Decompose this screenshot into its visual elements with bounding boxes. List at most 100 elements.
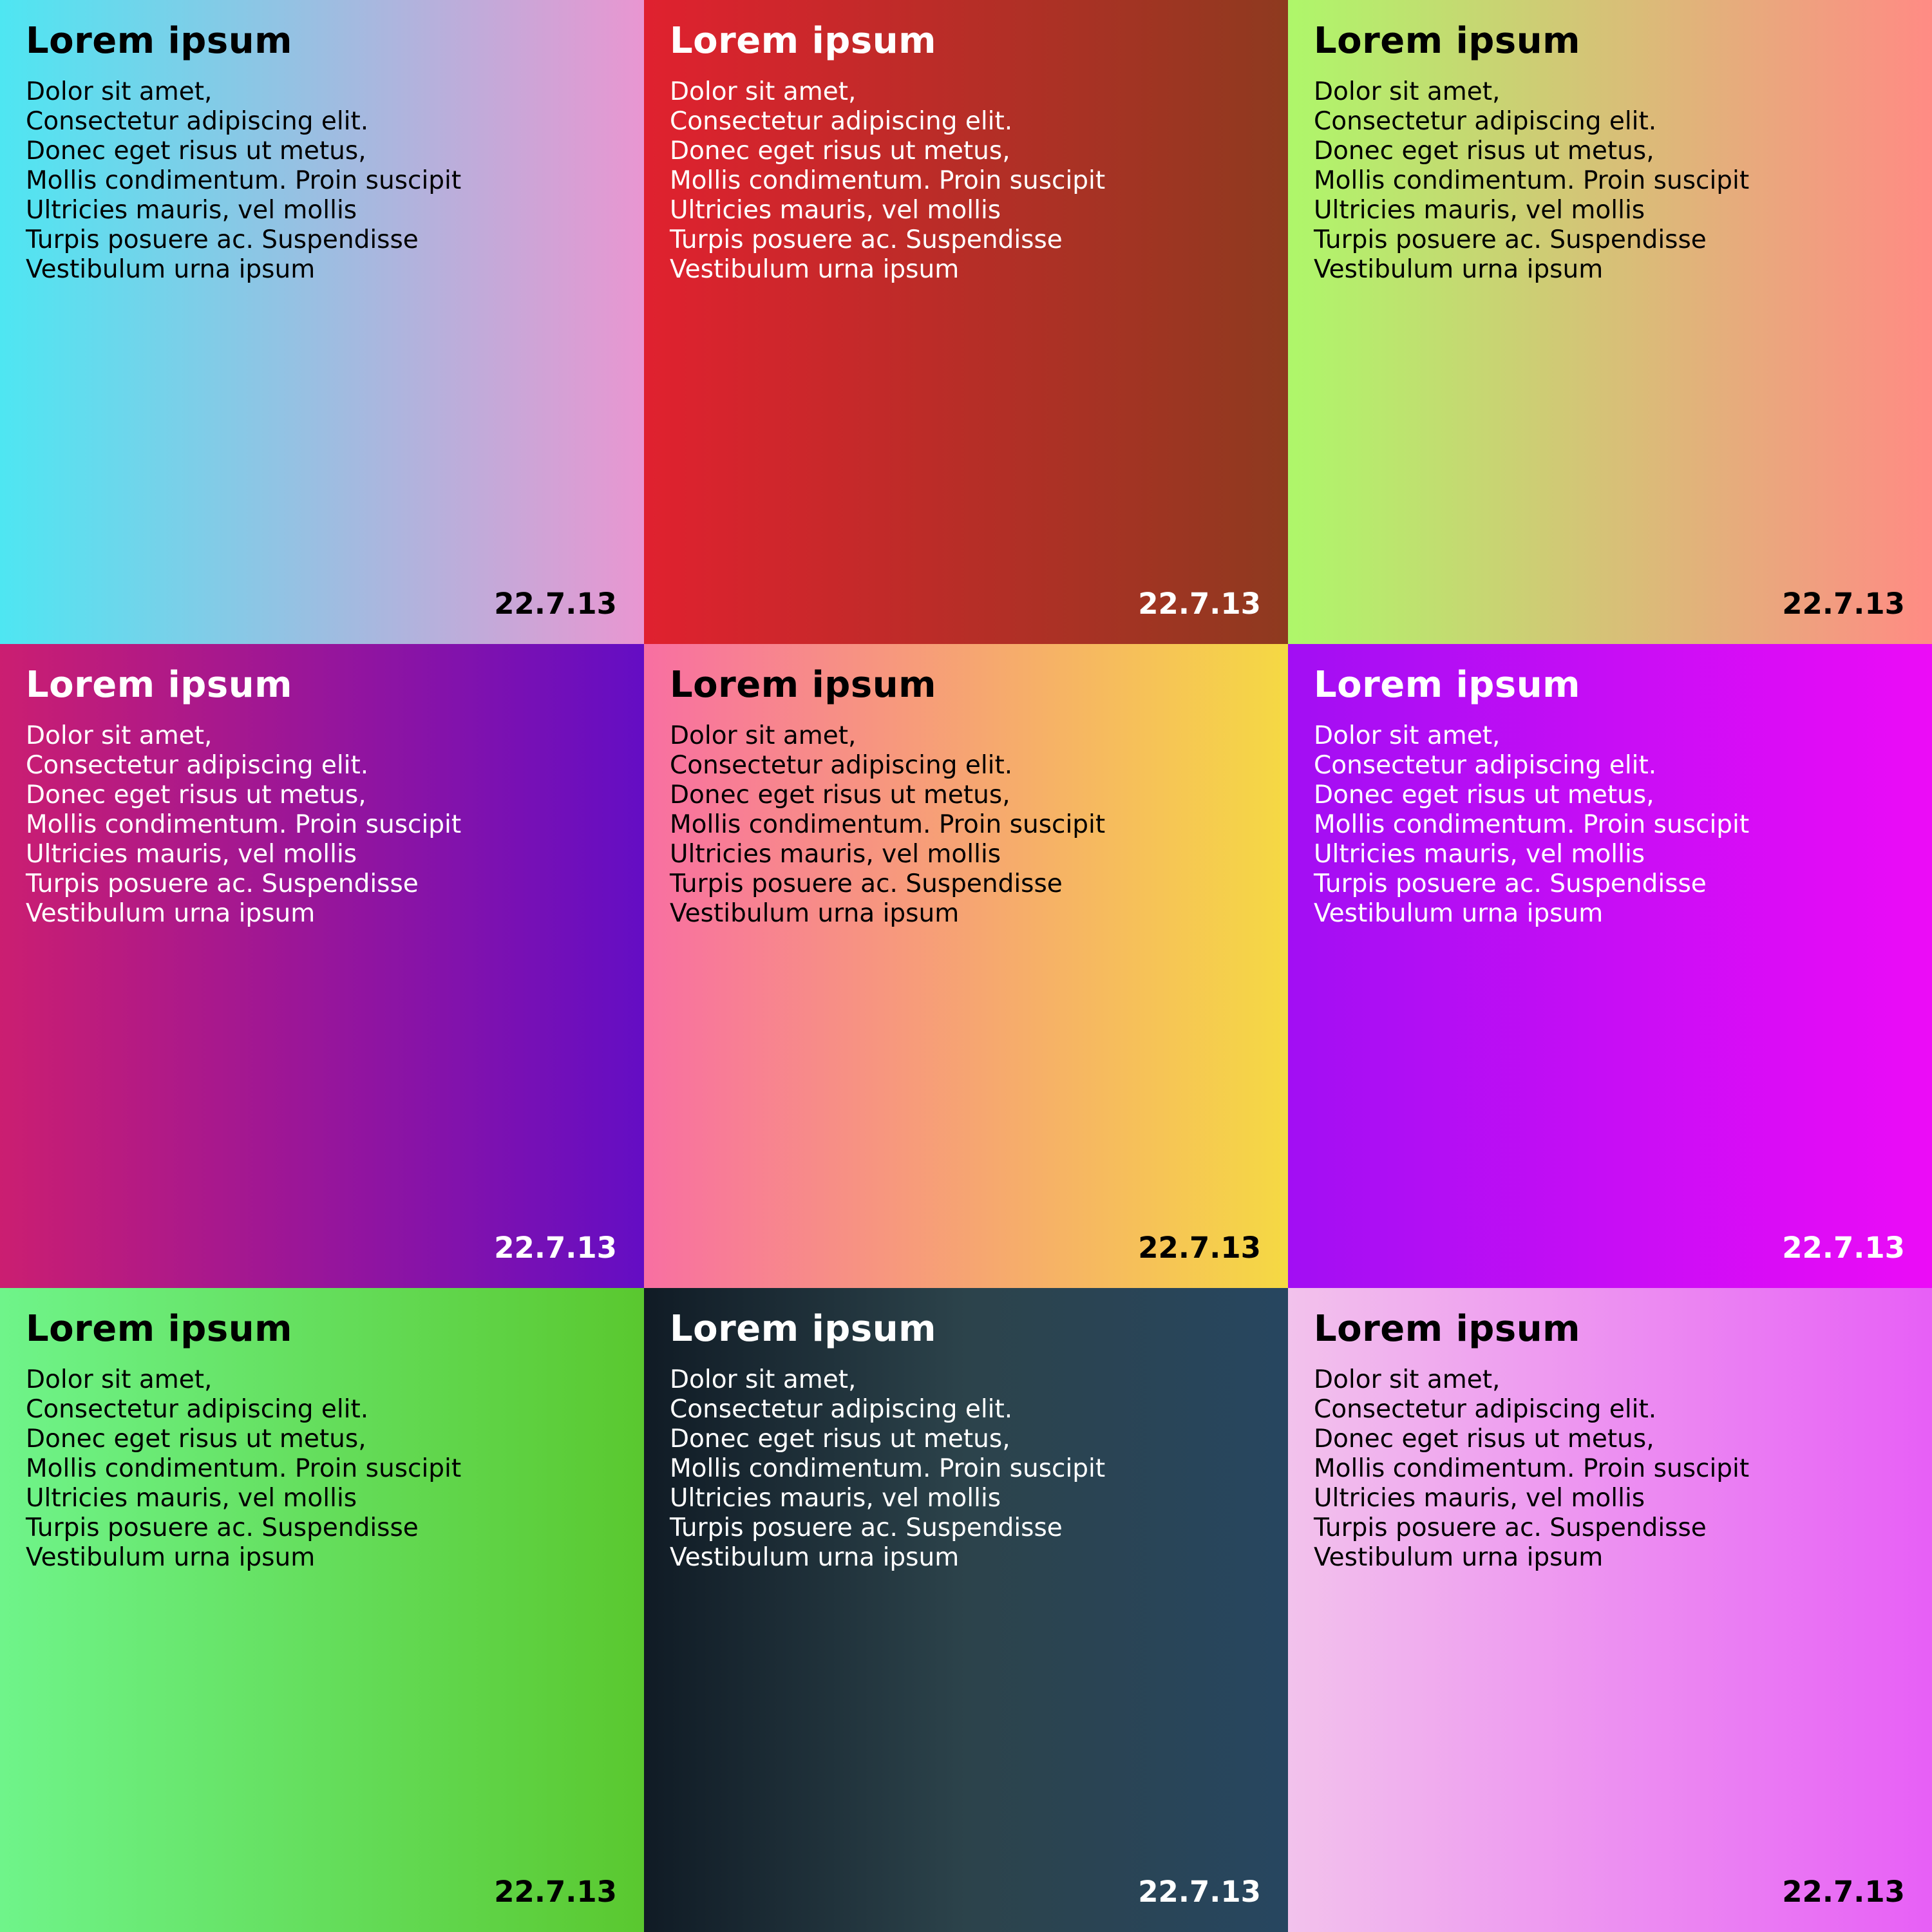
tile-body-line: Mollis condimentum. Proin suscipit bbox=[670, 810, 1106, 839]
tile-body-line: Vestibulum urna ipsum bbox=[670, 899, 960, 928]
tile-body-line: Consectetur adipiscing elit. bbox=[26, 107, 369, 136]
tile-title: Lorem ipsum bbox=[1314, 664, 1580, 706]
tile-body-line: Vestibulum urna ipsum bbox=[1314, 1543, 1604, 1572]
tile-body-line: Consectetur adipiscing elit. bbox=[1314, 1395, 1657, 1424]
tile-body-line: Turpis posuere ac. Suspendisse bbox=[670, 225, 1063, 254]
tile-body-line: Turpis posuere ac. Suspendisse bbox=[670, 869, 1063, 898]
tile-title: Lorem ipsum bbox=[26, 664, 292, 706]
tile-body-line: Dolor sit amet, bbox=[26, 721, 213, 750]
tile-date: 22.7.13 bbox=[494, 1875, 617, 1909]
gradient-tile: Lorem ipsum Dolor sit amet, Consectetur ad… bbox=[1288, 644, 1932, 1288]
tile-body-line: Donec eget risus ut metus, bbox=[670, 781, 1010, 810]
tile-body-text: Dolor sit amet, Consectetur adipiscing el… bbox=[26, 1365, 461, 1573]
tile-body-line: Turpis posuere ac. Suspendisse bbox=[26, 869, 419, 898]
gradient-tile: Lorem ipsum Dolor sit amet, Consectetur ad… bbox=[644, 1288, 1288, 1932]
tile-body-line: Donec eget risus ut metus, bbox=[1314, 781, 1654, 810]
tile-body-line: Mollis condimentum. Proin suscipit bbox=[1314, 166, 1750, 195]
tile-date: 22.7.13 bbox=[1782, 1231, 1905, 1265]
tile-title: Lorem ipsum bbox=[670, 20, 936, 62]
tile-body-line: Ultricies mauris, vel mollis bbox=[1314, 1484, 1645, 1513]
tile-body-line: Donec eget risus ut metus, bbox=[26, 781, 366, 810]
tile-body-text: Dolor sit amet, Consectetur adipiscing el… bbox=[26, 721, 461, 929]
tile-body-line: Consectetur adipiscing elit. bbox=[1314, 107, 1657, 136]
tile-body-line: Vestibulum urna ipsum bbox=[26, 255, 316, 284]
tile-date: 22.7.13 bbox=[1782, 587, 1905, 621]
tile-body-line: Ultricies mauris, vel mollis bbox=[26, 840, 357, 869]
tile-body-line: Mollis condimentum. Proin suscipit bbox=[1314, 1454, 1750, 1483]
gradient-tile: Lorem ipsum Dolor sit amet, Consectetur ad… bbox=[644, 0, 1288, 644]
tile-title: Lorem ipsum bbox=[26, 1308, 292, 1350]
tile-body-line: Dolor sit amet, bbox=[26, 1365, 213, 1394]
tile-body-line: Dolor sit amet, bbox=[670, 721, 857, 750]
tile-body-line: Vestibulum urna ipsum bbox=[670, 255, 960, 284]
gradient-tile: Lorem ipsum Dolor sit amet, Consectetur ad… bbox=[0, 644, 644, 1288]
tile-body-text: Dolor sit amet, Consectetur adipiscing el… bbox=[670, 1365, 1105, 1573]
tile-body-line: Donec eget risus ut metus, bbox=[26, 137, 366, 166]
tile-body-text: Dolor sit amet, Consectetur adipiscing el… bbox=[26, 77, 461, 285]
tile-body-line: Consectetur adipiscing elit. bbox=[670, 751, 1013, 780]
gradient-tile: Lorem ipsum Dolor sit amet, Consectetur ad… bbox=[0, 1288, 644, 1932]
tile-body-line: Turpis posuere ac. Suspendisse bbox=[26, 225, 419, 254]
tile-body-line: Consectetur adipiscing elit. bbox=[26, 751, 369, 780]
tile-body-line: Mollis condimentum. Proin suscipit bbox=[1314, 810, 1750, 839]
tile-body-line: Ultricies mauris, vel mollis bbox=[670, 1484, 1001, 1513]
tile-body-line: Ultricies mauris, vel mollis bbox=[26, 1484, 357, 1513]
tile-body-line: Dolor sit amet, bbox=[1314, 77, 1501, 106]
tile-date: 22.7.13 bbox=[1782, 1875, 1905, 1909]
tile-body-text: Dolor sit amet, Consectetur adipiscing el… bbox=[1314, 721, 1749, 929]
tile-body-text: Dolor sit amet, Consectetur adipiscing el… bbox=[670, 77, 1105, 285]
tile-body-line: Dolor sit amet, bbox=[670, 77, 857, 106]
tile-body-line: Donec eget risus ut metus, bbox=[670, 1425, 1010, 1454]
tile-date: 22.7.13 bbox=[1138, 1875, 1261, 1909]
tile-body-text: Dolor sit amet, Consectetur adipiscing el… bbox=[670, 721, 1105, 929]
tile-body-line: Consectetur adipiscing elit. bbox=[670, 107, 1013, 136]
tile-date: 22.7.13 bbox=[1138, 587, 1261, 621]
tile-body-text: Dolor sit amet, Consectetur adipiscing el… bbox=[1314, 77, 1749, 285]
tile-body-line: Mollis condimentum. Proin suscipit bbox=[26, 166, 462, 195]
tile-body-line: Donec eget risus ut metus, bbox=[1314, 137, 1654, 166]
tile-title: Lorem ipsum bbox=[26, 20, 292, 62]
gradient-tile: Lorem ipsum Dolor sit amet, Consectetur ad… bbox=[644, 644, 1288, 1288]
tile-body-line: Turpis posuere ac. Suspendisse bbox=[670, 1513, 1063, 1542]
tile-body-line: Mollis condimentum. Proin suscipit bbox=[670, 166, 1106, 195]
gradient-tile: Lorem ipsum Dolor sit amet, Consectetur ad… bbox=[0, 0, 644, 644]
tile-body-line: Turpis posuere ac. Suspendisse bbox=[26, 1513, 419, 1542]
tile-body-line: Vestibulum urna ipsum bbox=[1314, 255, 1604, 284]
tile-body-line: Mollis condimentum. Proin suscipit bbox=[26, 1454, 462, 1483]
tile-body-line: Dolor sit amet, bbox=[1314, 721, 1501, 750]
tile-title: Lorem ipsum bbox=[1314, 1308, 1580, 1350]
tile-body-line: Vestibulum urna ipsum bbox=[26, 1543, 316, 1572]
tile-grid: Lorem ipsum Dolor sit amet, Consectetur ad… bbox=[0, 0, 1932, 1932]
tile-body-line: Turpis posuere ac. Suspendisse bbox=[1314, 225, 1707, 254]
tile-title: Lorem ipsum bbox=[670, 664, 936, 706]
tile-body-line: Ultricies mauris, vel mollis bbox=[670, 196, 1001, 225]
tile-date: 22.7.13 bbox=[494, 587, 617, 621]
tile-title: Lorem ipsum bbox=[1314, 20, 1580, 62]
tile-title: Lorem ipsum bbox=[670, 1308, 936, 1350]
tile-body-line: Consectetur adipiscing elit. bbox=[1314, 751, 1657, 780]
tile-body-line: Consectetur adipiscing elit. bbox=[670, 1395, 1013, 1424]
tile-body-line: Vestibulum urna ipsum bbox=[26, 899, 316, 928]
tile-body-line: Dolor sit amet, bbox=[1314, 1365, 1501, 1394]
tile-body-line: Consectetur adipiscing elit. bbox=[26, 1395, 369, 1424]
tile-body-line: Donec eget risus ut metus, bbox=[670, 137, 1010, 166]
tile-body-line: Mollis condimentum. Proin suscipit bbox=[670, 1454, 1106, 1483]
tile-body-line: Ultricies mauris, vel mollis bbox=[1314, 196, 1645, 225]
tile-body-text: Dolor sit amet, Consectetur adipiscing el… bbox=[1314, 1365, 1749, 1573]
tile-body-line: Ultricies mauris, vel mollis bbox=[1314, 840, 1645, 869]
gradient-tile: Lorem ipsum Dolor sit amet, Consectetur ad… bbox=[1288, 1288, 1932, 1932]
tile-body-line: Donec eget risus ut metus, bbox=[26, 1425, 366, 1454]
tile-date: 22.7.13 bbox=[494, 1231, 617, 1265]
tile-body-line: Dolor sit amet, bbox=[26, 77, 213, 106]
tile-body-line: Ultricies mauris, vel mollis bbox=[670, 840, 1001, 869]
tile-body-line: Donec eget risus ut metus, bbox=[1314, 1425, 1654, 1454]
tile-body-line: Vestibulum urna ipsum bbox=[1314, 899, 1604, 928]
tile-body-line: Vestibulum urna ipsum bbox=[670, 1543, 960, 1572]
tile-body-line: Ultricies mauris, vel mollis bbox=[26, 196, 357, 225]
tile-body-line: Dolor sit amet, bbox=[670, 1365, 857, 1394]
tile-body-line: Turpis posuere ac. Suspendisse bbox=[1314, 1513, 1707, 1542]
tile-date: 22.7.13 bbox=[1138, 1231, 1261, 1265]
tile-body-line: Turpis posuere ac. Suspendisse bbox=[1314, 869, 1707, 898]
gradient-tile: Lorem ipsum Dolor sit amet, Consectetur ad… bbox=[1288, 0, 1932, 644]
tile-body-line: Mollis condimentum. Proin suscipit bbox=[26, 810, 462, 839]
